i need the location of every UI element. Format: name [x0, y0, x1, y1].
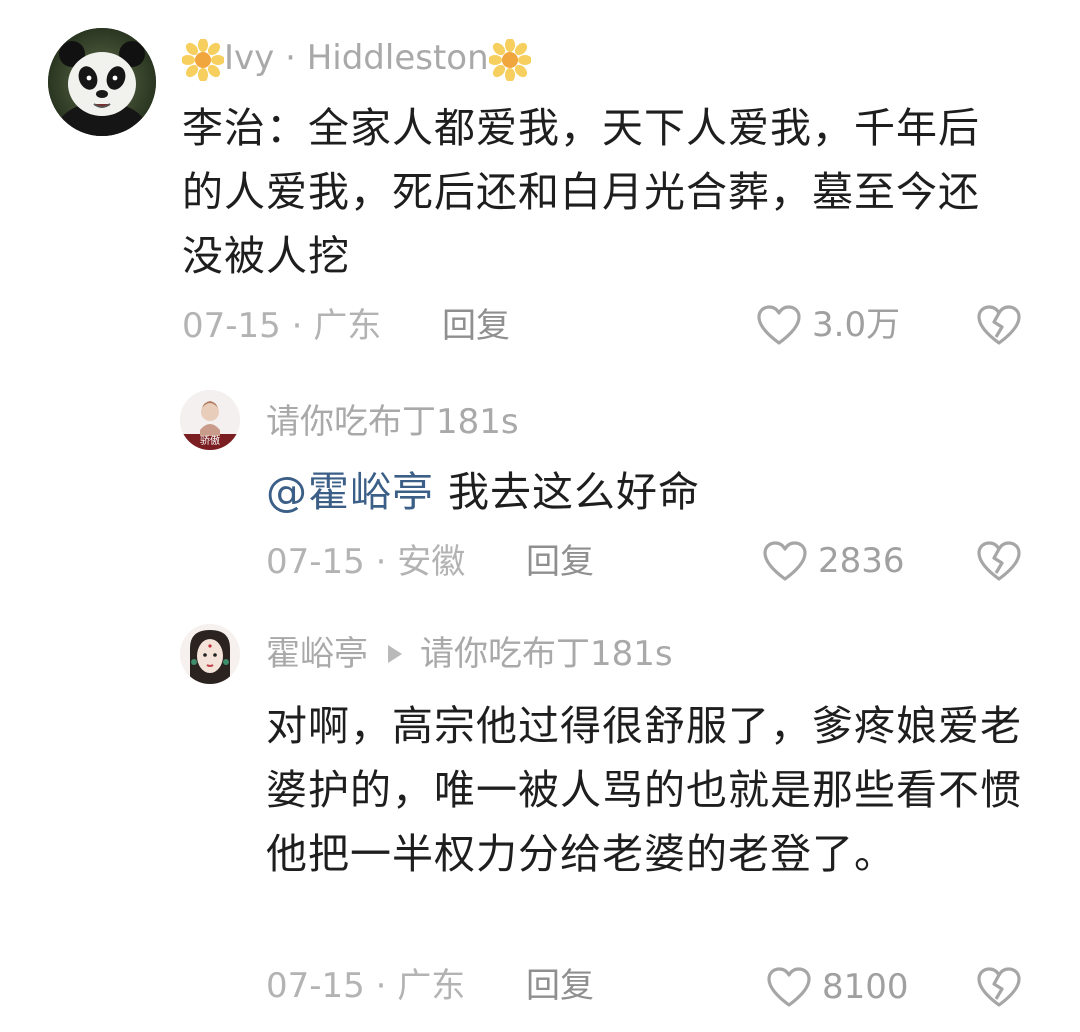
comment-location: 安徽: [397, 542, 466, 582]
comment-text: 对啊，高宗他过得很舒服了，爹疼娘爱老婆护的，唯一被人骂的也就是那些看不惯他把一半…: [266, 702, 1022, 878]
like-button[interactable]: 3.0万: [756, 304, 900, 346]
comment-meta: 07-15 · 广东: [266, 966, 465, 1006]
comment-meta: 07-15 · 广东: [182, 306, 381, 346]
comment-text: @霍峪亭 我去这么好命: [266, 460, 1026, 524]
meta-separator: ·: [364, 542, 398, 582]
like-button[interactable]: 8100: [766, 966, 909, 1008]
username-line: 霍峪亭 请你吃布丁181s: [266, 634, 673, 674]
comment-2: 骄傲 请你吃布丁181s @霍峪亭 我去这么好命 07-15 · 安徽 回复 2…: [0, 370, 1080, 610]
like-count: 2836: [818, 541, 905, 581]
avatar[interactable]: [180, 624, 240, 684]
comment-location: 广东: [397, 966, 466, 1006]
panda-avatar-image: [48, 28, 156, 136]
username[interactable]: Ivy · Hiddleston: [182, 38, 531, 81]
comment-3: 霍峪亭 请你吃布丁181s 对啊，高宗他过得很舒服了，爹疼娘爱老婆护的，唯一被人骂…: [0, 610, 1080, 1032]
reply-button[interactable]: 回复: [526, 966, 594, 1006]
username[interactable]: 请你吃布丁181s: [266, 402, 519, 442]
avatar[interactable]: 骄傲: [180, 390, 240, 450]
like-button[interactable]: 2836: [762, 540, 905, 582]
broken-heart-icon[interactable]: [976, 304, 1022, 346]
comment-date: 07-15: [266, 542, 365, 582]
avatar-caption: 骄傲: [200, 436, 220, 447]
meta-separator: ·: [364, 966, 398, 1006]
heart-icon: [767, 967, 811, 1007]
heart-icon: [757, 305, 801, 345]
comment-date: 07-15: [266, 966, 365, 1006]
heart-icon: [763, 541, 807, 581]
sunflower-icon: [488, 38, 531, 81]
username-text: Ivy · Hiddleston: [224, 38, 489, 78]
comment-location: 广东: [313, 306, 382, 346]
meta-separator: ·: [280, 306, 314, 346]
comment-body: 我去这么好命: [448, 468, 701, 516]
comment-1: Ivy · Hiddleston 李治：全家人都爱我，天下人爱我，千年后的人爱我…: [0, 0, 1080, 370]
sunflower-icon: [182, 38, 224, 81]
comment-meta: 07-15 · 安徽: [266, 542, 465, 582]
reply-button[interactable]: 回复: [442, 306, 510, 346]
reply-arrow-icon: [388, 644, 402, 663]
mention-link[interactable]: @霍峪亭: [266, 468, 434, 516]
username[interactable]: 霍峪亭: [266, 634, 368, 674]
comment-date: 07-15: [182, 306, 281, 346]
reply-to-username[interactable]: 请你吃布丁181s: [420, 634, 673, 674]
comment-text: 李治：全家人都爱我，天下人爱我，千年后的人爱我，死后还和白月光合葬，墓至今还没被…: [182, 104, 980, 280]
broken-heart-icon[interactable]: [976, 540, 1022, 582]
like-count: 8100: [822, 967, 909, 1007]
avatar[interactable]: [48, 28, 156, 136]
broken-heart-icon[interactable]: [976, 966, 1022, 1008]
reply-button[interactable]: 回复: [526, 542, 594, 582]
illustrated-woman-avatar-image: [180, 624, 240, 684]
like-count: 3.0万: [812, 305, 901, 345]
